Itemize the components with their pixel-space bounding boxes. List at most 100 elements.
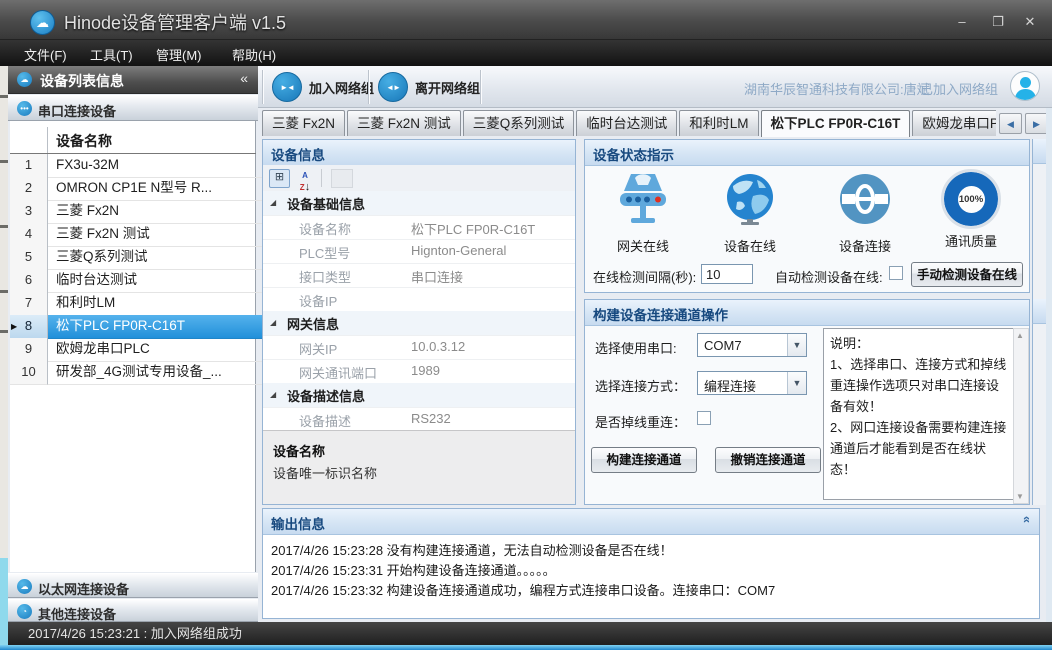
gateway-icon [615, 172, 671, 226]
property-grid-toolbar: ⊞ AZ↓ [263, 165, 575, 192]
reconnect-label: 是否掉线重连： [595, 412, 686, 431]
avatar-body-icon [1015, 89, 1036, 101]
property-row[interactable]: 设备描述RS232 [263, 407, 575, 432]
close-button[interactable]: ✕ [1016, 13, 1044, 31]
tab-hollysys-lm[interactable]: 和利时LM [679, 110, 758, 136]
gateway-online-label: 网关在线 [593, 236, 693, 255]
join-network-icon: ►◄ [272, 72, 302, 102]
other-devices-icon: ◔ [17, 604, 32, 619]
chevron-down-icon[interactable]: ▼ [787, 334, 806, 356]
chevron-down-icon[interactable]: ▼ [787, 372, 806, 394]
scroll-up-icon[interactable]: ▲ [1016, 331, 1024, 340]
device-status-panel: 设备状态指示 网关在线 设备在线 [584, 139, 1030, 293]
avatar-head-icon [1020, 77, 1031, 88]
join-network-button[interactable]: ►◄ 加入网络组 [272, 72, 374, 102]
tab-omron[interactable]: 欧姆龙串口PLC [912, 110, 996, 136]
output-title: 输出信息 [271, 513, 325, 533]
interval-label: 在线检测间隔(秒): [593, 267, 696, 286]
ethernet-cloud-icon: ☁ [17, 579, 32, 594]
selected-row-marker-icon: ▶ [11, 322, 17, 331]
tab-panasonic-fp0r[interactable]: 松下PLC FP0R-C16T [761, 110, 911, 137]
instructions-box: 说明： 1、选择串口、连接方式和掉线重连操作选项只对串口连接设备有效！ 2、网口… [823, 328, 1015, 500]
maximize-button[interactable]: ❐ [984, 13, 1012, 31]
property-group[interactable]: ◢设备描述信息 [263, 383, 575, 408]
revoke-channel-button[interactable]: 撤销连接通道 [715, 447, 821, 473]
property-row[interactable]: 网关IP10.0.3.12 [263, 335, 575, 360]
device-name-column-header: 设备名称 [56, 131, 112, 151]
device-table-header: 设备名称 [10, 127, 256, 154]
mode-combo-value: 编程连接 [704, 376, 756, 395]
property-row[interactable]: 网关通讯端口1989 [263, 359, 575, 384]
property-row[interactable]: PLC型号Hignton-General [263, 239, 575, 264]
user-avatar[interactable] [1010, 71, 1040, 101]
output-collapse-icon[interactable]: » [1018, 516, 1033, 523]
property-group[interactable]: ◢网关信息 [263, 311, 575, 336]
clipped-panel-header-sliver [1032, 299, 1046, 324]
sidebar-section-ethernet[interactable]: ☁ 以太网连接设备 [8, 573, 258, 598]
device-connect-indicator: 设备连接 [815, 172, 915, 255]
leave-network-button[interactable]: ◄► 离开网络组 [378, 72, 480, 102]
tab-mitsubishi-q[interactable]: 三菱Q系列测试 [463, 110, 575, 136]
menu-manage[interactable]: 管理(M) [156, 45, 202, 64]
status-bar: 2017/4/26 15:23:21 : 加入网络组成功 [8, 622, 1052, 645]
output-log: 2017/4/26 15:23:28 没有构建连接通道，无法自动检测设备是否在线… [271, 541, 1031, 601]
tab-scroll-left-icon[interactable]: ◀ [999, 113, 1022, 134]
background-window-sliver-bottom [0, 558, 8, 646]
tab-mitsubishi-fx2n[interactable]: 三菱 Fx2N [262, 110, 345, 136]
property-row[interactable]: 设备IP [263, 287, 575, 312]
app-window: ☁ Hinode设备管理客户端 v1.5 – ❐ ✕ 文件(F) 工具(T) 管… [0, 0, 1052, 650]
device-tab-strip: 三菱 Fx2N 三菱 Fx2N 测试 三菱Q系列测试 临时台达测试 和利时LM … [262, 110, 996, 137]
sort-az-icon[interactable]: AZ↓ [293, 169, 317, 186]
device-info-header: 设备信息 [263, 140, 575, 166]
channel-ops-title: 构建设备连接通道操作 [593, 304, 728, 324]
leave-network-icon: ◄► [378, 72, 408, 102]
tab-delta-temp[interactable]: 临时台达测试 [576, 110, 677, 136]
menu-file[interactable]: 文件(F) [24, 45, 67, 64]
comm-quality-indicator: 100% 通讯质量 [921, 172, 1021, 250]
device-online-indicator: 设备在线 [700, 172, 800, 255]
network-status-text: 已加入网络组 [920, 79, 998, 98]
log-line: 2017/4/26 15:23:28 没有构建连接通道，无法自动检测设备是否在线… [271, 541, 1031, 561]
sidebar-section-serial[interactable]: ••• 串口连接设备 [8, 95, 258, 121]
output-panel: 输出信息 » 2017/4/26 15:23:28 没有构建连接通道，无法自动检… [262, 508, 1040, 619]
property-row[interactable]: 设备名称松下PLC FP0R-C16T [263, 215, 575, 240]
reconnect-checkbox[interactable] [697, 411, 711, 425]
window-bottom-border [0, 645, 1052, 650]
log-line: 2017/4/26 15:23:31 开始构建设备连接通道。。。。。 [271, 561, 1031, 581]
sidebar-section-other[interactable]: ◔ 其他连接设备 [8, 599, 258, 622]
leave-network-label: 离开网络组 [415, 78, 480, 97]
join-network-label: 加入网络组 [309, 78, 374, 97]
instructions-line: 2、网口连接设备需要构建连接通道后才能看到是否在线状态！ [830, 417, 1008, 480]
toolbar-separator [321, 169, 322, 187]
gateway-online-indicator: 网关在线 [593, 172, 693, 255]
build-channel-button[interactable]: 构建连接通道 [591, 447, 697, 473]
sidebar-collapse-icon[interactable]: « [240, 70, 248, 86]
mode-select-combo[interactable]: 编程连接 ▼ [697, 371, 807, 395]
device-connect-label: 设备连接 [815, 236, 915, 255]
categorized-view-icon[interactable]: ⊞ [269, 169, 290, 188]
menu-tools[interactable]: 工具(T) [90, 45, 133, 64]
scroll-down-icon[interactable]: ▼ [1016, 492, 1024, 501]
property-row[interactable]: 接口类型串口连接 [263, 263, 575, 288]
mode-select-label: 选择连接方式： [595, 376, 686, 395]
tab-mitsubishi-fx2n-test[interactable]: 三菱 Fx2N 测试 [347, 110, 461, 136]
device-status-title: 设备状态指示 [593, 144, 674, 164]
menu-help[interactable]: 帮助(H) [232, 45, 276, 64]
instructions-scrollbar[interactable]: ▲ ▼ [1013, 328, 1029, 504]
property-description-text: 设备唯一标识名称 [273, 463, 377, 482]
manual-check-button[interactable]: 手动检测设备在线 [911, 262, 1023, 287]
auto-check-checkbox[interactable] [889, 266, 903, 280]
background-window-sliver [0, 0, 8, 650]
globe-icon [723, 172, 777, 226]
cloud-icon: ☁ [17, 72, 32, 87]
company-user-text: 湖南华辰智通科技有限公司:唐斌 [744, 79, 930, 98]
property-group[interactable]: ◢设备基础信息 [263, 191, 575, 216]
window-right-border [1046, 108, 1052, 645]
interval-input[interactable] [701, 264, 753, 284]
serial-combo-value: COM7 [704, 338, 742, 353]
tab-scroll-right-icon[interactable]: ▶ [1025, 113, 1048, 134]
other-section-label: 其他连接设备 [38, 604, 116, 623]
minimize-button[interactable]: – [948, 13, 976, 31]
serial-select-combo[interactable]: COM7 ▼ [697, 333, 807, 357]
instructions-line: 说明： [830, 333, 1008, 354]
